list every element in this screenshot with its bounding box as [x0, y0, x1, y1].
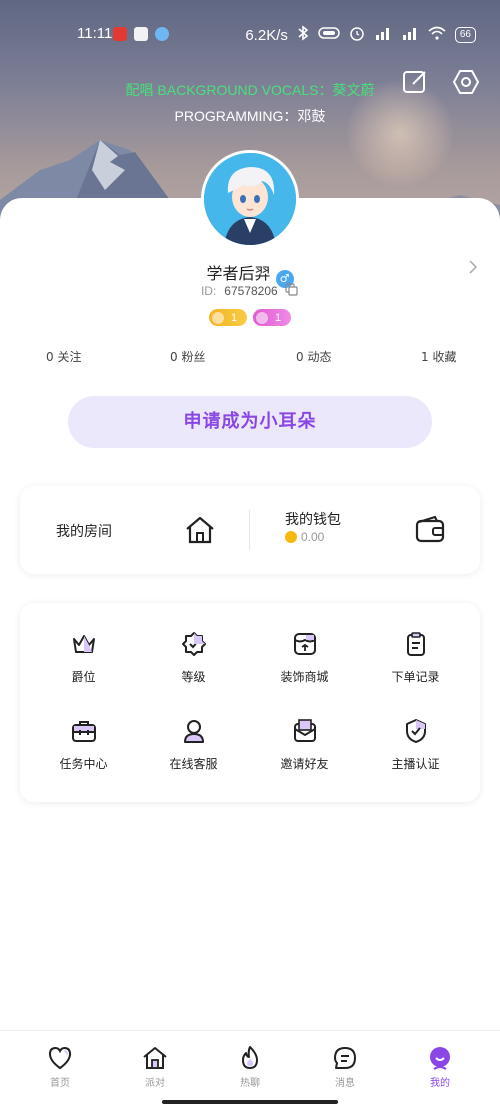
battery-indicator: 66: [454, 27, 476, 43]
lyric-line-2: PROGRAMMING：邓鼓: [174, 108, 326, 124]
tab-home[interactable]: 首页: [30, 1045, 90, 1089]
feature-shop[interactable]: 装饰商城: [247, 631, 362, 685]
wealth-badge-value: 1: [231, 311, 238, 324]
tab-hot-chat[interactable]: 热聊: [220, 1045, 280, 1089]
stat-favorites[interactable]: 1 收藏: [421, 348, 456, 365]
avatar[interactable]: [201, 150, 299, 248]
crown-icon: [72, 635, 95, 653]
shop-icon: [293, 633, 316, 655]
settings-hex-icon: [452, 70, 480, 94]
tab-party-label: 派对: [145, 1078, 165, 1089]
stat-fans[interactable]: 0 粉丝: [170, 348, 205, 365]
feature-verify[interactable]: 主播认证: [358, 718, 473, 772]
my-wallet-label: 我的钱包: [285, 512, 341, 528]
tab-mine[interactable]: 我的: [410, 1045, 470, 1089]
avatar-image: [204, 153, 296, 245]
copy-icon[interactable]: [285, 283, 299, 297]
heart-icon: [48, 1046, 72, 1070]
bluetooth-icon: [297, 25, 309, 45]
feature-invite-label: 邀请好友: [280, 757, 329, 771]
settings-button[interactable]: [452, 68, 480, 96]
feature-support-label: 在线客服: [169, 757, 218, 771]
alarm-icon: [349, 25, 365, 45]
feature-title-label: 爵位: [71, 670, 96, 684]
tab-party[interactable]: 派对: [125, 1045, 185, 1089]
tab-messages-label: 消息: [335, 1078, 355, 1089]
wallet-balance: 0.00: [301, 530, 325, 544]
id-value: 67578206: [224, 284, 278, 298]
bottom-tab-bar: 首页 派对 热聊 消息 我的: [0, 1030, 500, 1111]
netease-icon: [113, 27, 127, 41]
person-icon: [183, 720, 204, 743]
app-icon: [155, 27, 169, 41]
status-bar: 11:11 6.2K/s 66: [0, 0, 500, 64]
edit-button[interactable]: [401, 68, 429, 96]
coin-icon: [285, 531, 297, 543]
feature-orders-label: 下单记录: [391, 670, 440, 684]
features-card: 爵位 等级 装饰商城 下单记录 任务中心 在线客服 邀请好友 主播认证: [20, 603, 480, 802]
tab-messages[interactable]: 消息: [315, 1045, 375, 1089]
my-wallet-link[interactable]: 我的钱包 0.00: [250, 486, 480, 574]
apply-button[interactable]: 申请成为小耳朵: [68, 396, 432, 448]
toolbox-icon: [71, 721, 96, 742]
charm-badge-value: 1: [275, 311, 282, 324]
charm-badge: 1: [253, 309, 291, 326]
chevron-right-icon[interactable]: [466, 260, 480, 274]
avatar-icon: [430, 1047, 450, 1070]
signal-icon: [374, 26, 392, 44]
house-icon: [143, 1047, 167, 1069]
id-label: ID:: [200, 284, 217, 298]
feature-orders[interactable]: 下单记录: [358, 631, 473, 685]
wealth-badge: 1: [209, 309, 247, 326]
stat-following[interactable]: 0 关注: [46, 348, 81, 365]
home-indicator[interactable]: [162, 1100, 338, 1104]
status-time: 11:11: [77, 25, 113, 42]
network-speed: 6.2K/s: [245, 26, 288, 44]
my-room-link[interactable]: 我的房间: [20, 486, 249, 574]
feature-invite[interactable]: 邀请好友: [247, 718, 362, 772]
wallet-icon: [415, 515, 445, 543]
status-right: 6.2K/s 66: [245, 25, 476, 45]
feature-level[interactable]: 等级: [136, 631, 251, 685]
feature-verify-label: 主播认证: [391, 757, 440, 771]
qq-icon: [134, 27, 148, 41]
notification-icons: [113, 27, 169, 41]
flame-icon: [242, 1046, 258, 1069]
feature-tasks[interactable]: 任务中心: [26, 718, 141, 772]
stats-row: 0 关注 0 粉丝 0 动态 1 收藏: [0, 348, 500, 366]
wifi-icon: [428, 26, 446, 44]
edit-icon: [403, 71, 426, 93]
vibrate-icon: [318, 26, 340, 44]
feature-support[interactable]: 在线客服: [136, 718, 251, 772]
stat-posts[interactable]: 0 动态: [296, 348, 331, 365]
username: 学者后羿: [206, 264, 271, 283]
house-icon: [186, 516, 214, 544]
feature-tasks-label: 任务中心: [59, 757, 108, 771]
feature-shop-label: 装饰商城: [280, 670, 329, 684]
feature-title[interactable]: 爵位: [26, 631, 141, 685]
user-id-row: ID: 67578206: [0, 283, 500, 298]
level-badge-icon: [181, 632, 206, 656]
clipboard-icon: [406, 632, 425, 656]
message-icon: [334, 1047, 356, 1069]
feature-level-label: 等级: [181, 670, 206, 684]
my-room-label: 我的房间: [56, 524, 112, 540]
quick-links-card: 我的房间 我的钱包 0.00: [20, 486, 480, 574]
tab-home-label: 首页: [50, 1078, 70, 1089]
tab-mine-label: 我的: [430, 1078, 450, 1089]
signal-icon-2: [401, 26, 419, 44]
crown-badge-icon: [212, 311, 224, 324]
mail-icon: [293, 719, 316, 742]
charm-badge-icon: [256, 311, 268, 324]
tab-hot-chat-label: 热聊: [240, 1078, 260, 1089]
badge-row: 1 1: [0, 309, 500, 326]
shield-check-icon: [405, 719, 426, 743]
